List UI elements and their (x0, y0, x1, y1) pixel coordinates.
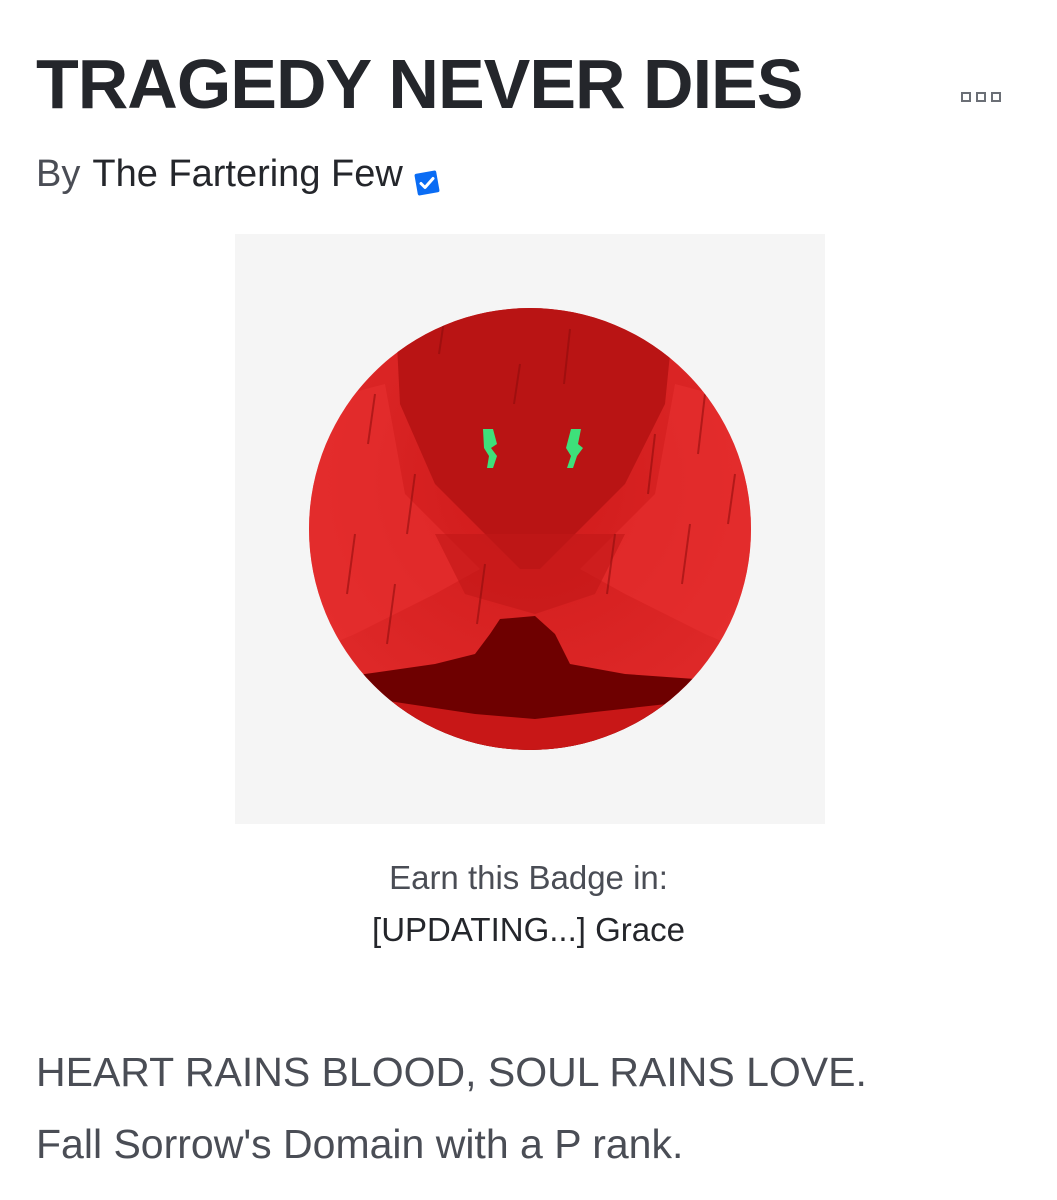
earn-label: Earn this Badge in: (389, 859, 668, 896)
creator-byline: By The Fartering Few (36, 148, 443, 200)
badge-image (235, 234, 825, 824)
game-link[interactable]: [UPDATING...] Grace (372, 904, 685, 956)
verified-badge-icon (411, 161, 443, 196)
badge-title: TRAGEDY NEVER DIES (36, 45, 803, 123)
more-options-icon (961, 92, 971, 102)
by-label: By (36, 153, 81, 195)
earn-section: Earn this Badge in: [UPDATING...] Grace (0, 852, 1057, 956)
description-line: Fall Sorrow's Domain with a P rank. (36, 1121, 684, 1167)
creator-link[interactable]: The Fartering Few (92, 148, 402, 200)
description-line: HEART RAINS BLOOD, SOUL RAINS LOVE. (36, 1049, 867, 1095)
more-options-button[interactable] (950, 84, 1012, 110)
badge-description: HEART RAINS BLOOD, SOUL RAINS LOVE. Fall… (36, 1036, 1026, 1180)
more-options-icon (976, 92, 986, 102)
more-options-icon (991, 92, 1001, 102)
badge-header: TRAGEDY NEVER DIES (36, 40, 1026, 130)
